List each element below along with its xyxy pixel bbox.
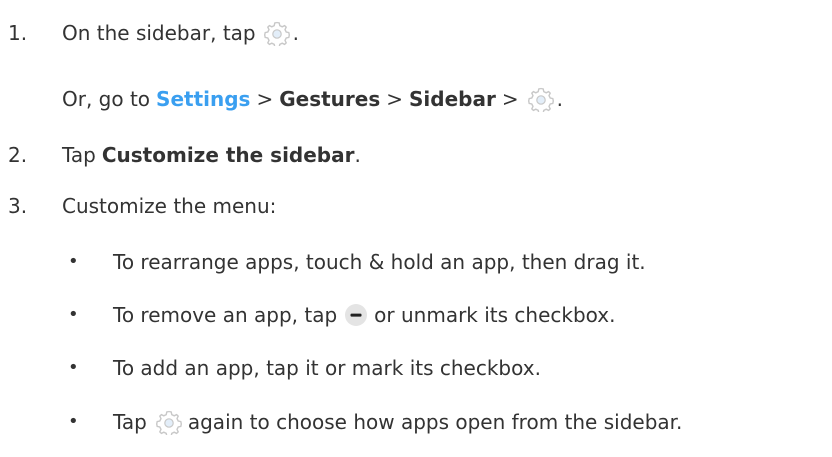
customize-sidebar-label: Customize the sidebar [101,143,355,167]
gear-icon [262,20,292,46]
step-number: 2. [8,143,28,167]
bullet-marker: • [68,251,79,272]
settings-link[interactable]: Settings [156,85,250,113]
bullet-marker: • [68,357,79,378]
step-number: 3. [8,194,28,218]
bullet-text: To add an app, tap it or mark its checkb… [113,356,541,380]
gestures-label: Gestures [279,87,381,111]
gear-icon [154,409,184,435]
minus-circle-icon [344,303,368,327]
step-text: On the sidebar, tap [62,21,256,45]
step-text: Customize the menu: [62,194,277,218]
step-number: 1. [8,21,28,45]
bullet-text: To rearrange apps, touch & hold an app, … [113,250,646,274]
sidebar-label: Sidebar [409,87,496,111]
bullet-marker: • [68,411,79,432]
gear-icon [526,86,556,112]
bullet-marker: • [68,304,79,325]
